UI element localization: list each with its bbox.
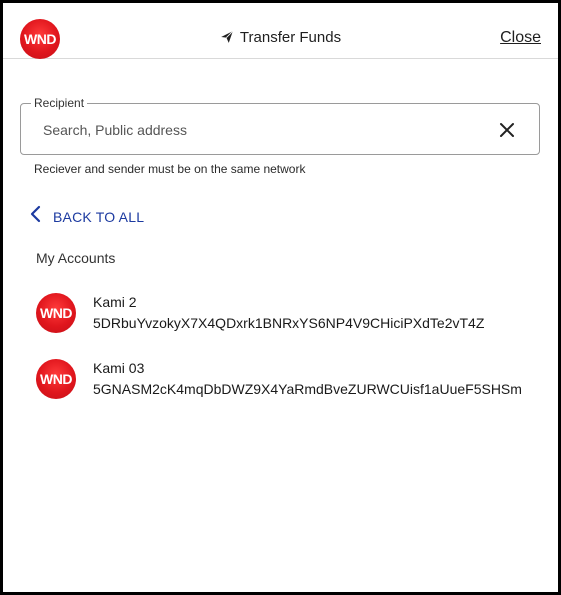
account-address: 5DRbuYvzokyX7X4QDxrk1BNRxYS6NP4V9CHiciPX… xyxy=(93,315,485,331)
recipient-helper-text: Reciever and sender must be on the same … xyxy=(34,162,306,176)
account-avatar: WND xyxy=(36,359,76,399)
transfer-funds-dialog: WND Transfer Funds Close Recipient Recie… xyxy=(0,0,561,595)
close-icon[interactable] xyxy=(497,120,517,140)
account-avatar: WND xyxy=(36,293,76,333)
chevron-left-icon xyxy=(29,205,41,228)
header: WND Transfer Funds Close xyxy=(3,3,558,59)
recipient-search-input[interactable] xyxy=(41,116,475,144)
account-name: Kami 03 xyxy=(93,360,145,376)
close-link[interactable]: Close xyxy=(500,29,541,47)
page-title: Transfer Funds xyxy=(3,29,558,48)
page-title-text: Transfer Funds xyxy=(239,29,342,46)
account-name: Kami 2 xyxy=(93,294,137,310)
back-to-all-label: BACK TO ALL xyxy=(53,208,145,225)
account-item[interactable]: WND Kami 2 5DRbuYvzokyX7X4QDxrk1BNRxYS6N… xyxy=(36,293,536,343)
recipient-field: Recipient xyxy=(20,96,540,155)
paper-plane-icon xyxy=(220,30,234,48)
back-to-all-button[interactable]: BACK TO ALL xyxy=(29,205,144,228)
account-item[interactable]: WND Kami 03 5GNASM2cK4mqDbDWZ9X4YaRmdBve… xyxy=(36,359,536,409)
my-accounts-heading: My Accounts xyxy=(36,250,116,266)
recipient-label: Recipient xyxy=(31,96,88,110)
account-address: 5GNASM2cK4mqDbDWZ9X4YaRmdBveZURWCUisf1aU… xyxy=(93,381,522,397)
